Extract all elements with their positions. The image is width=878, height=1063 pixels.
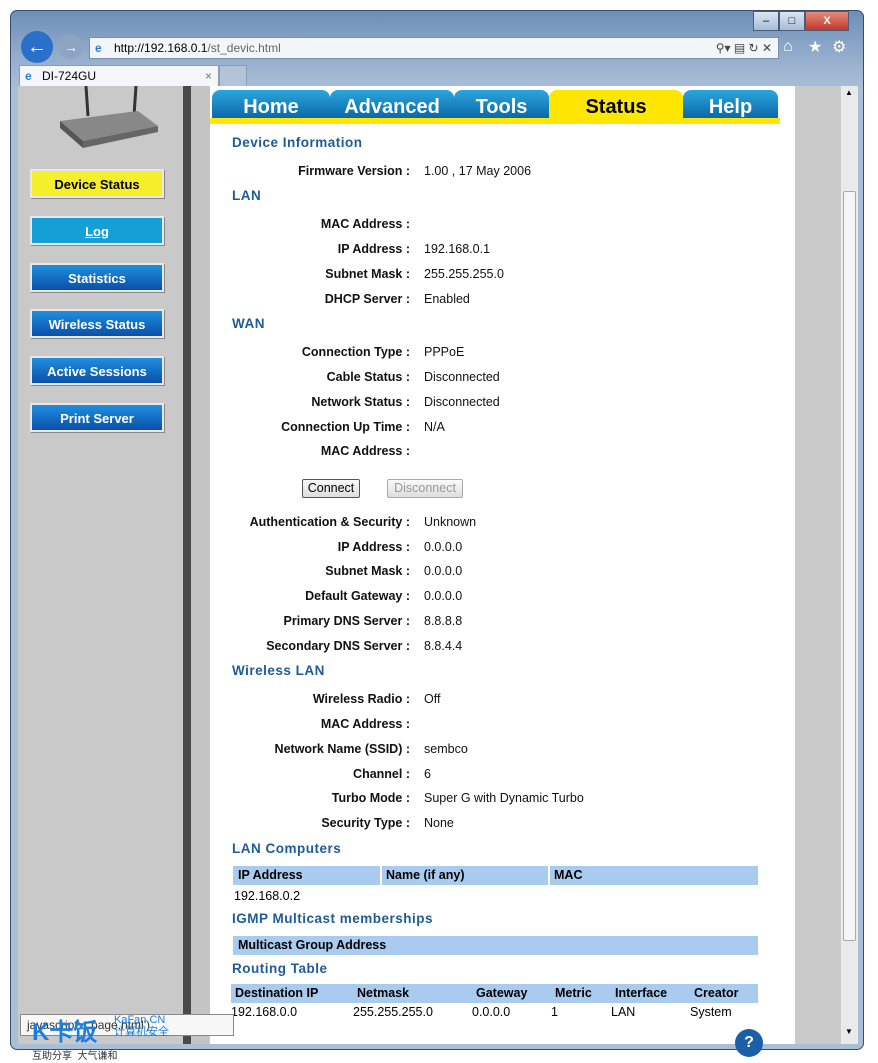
url-path: /st_devic.html — [207, 41, 281, 55]
sidebar-item-active-sessions[interactable]: Active Sessions — [30, 356, 164, 385]
maximize-button[interactable]: □ — [779, 11, 805, 31]
tab-title: DI-724GU — [42, 69, 97, 83]
sidebar-item-statistics[interactable]: Statistics — [30, 263, 164, 292]
content-area — [210, 86, 795, 1044]
sidebar-item-log[interactable]: Log — [30, 216, 164, 245]
address-bar[interactable]: e http://192.168.0.1/st_devic.html ⚲▾ ▤ … — [89, 37, 779, 59]
scroll-up-arrow-icon[interactable]: ▲ — [845, 88, 853, 97]
sidebar-item-device-status[interactable]: Device Status — [30, 169, 164, 198]
watermark-slogan: 互助分享 大气谦和 — [32, 1051, 118, 1062]
sidebar-item-wireless-status[interactable]: Wireless Status — [30, 309, 164, 338]
top-nav-tabs: Home Advanced Tools Status Help — [210, 86, 780, 126]
watermark-site: KaFan.CN — [114, 1014, 166, 1026]
url-host: http://192.168.0.1 — [114, 41, 208, 55]
scroll-thumb[interactable] — [843, 191, 856, 941]
content-gutter — [191, 86, 210, 1044]
ie-icon: e — [25, 69, 32, 83]
watermark-brand: K卡饭 — [32, 1019, 98, 1046]
forward-button[interactable]: → — [59, 35, 83, 59]
right-gutter — [795, 86, 840, 1044]
home-icon[interactable]: ⌂ — [783, 38, 793, 56]
search-refresh-stop-icons[interactable]: ⚲▾ ▤ ↻ ✕ — [716, 38, 772, 58]
browser-tab[interactable]: e DI-724GU × — [19, 65, 219, 87]
tab-close-icon[interactable]: × — [205, 66, 212, 86]
minimize-button[interactable]: – — [753, 11, 779, 31]
favorites-star-icon[interactable]: ★ — [808, 37, 822, 57]
new-tab-button[interactable] — [219, 65, 247, 87]
gear-icon[interactable]: ⚙ — [832, 37, 846, 57]
scrollbar[interactable]: ▲ ▼ — [840, 86, 858, 1044]
sidebar-item-print-server[interactable]: Print Server — [30, 403, 164, 432]
router-image — [60, 86, 158, 148]
tab-underline — [210, 118, 780, 124]
ie-icon: e — [95, 41, 102, 55]
frame-divider[interactable] — [183, 86, 191, 1044]
page-viewport: ▲ ▼ Device Status Log Statistics Wireless… — [18, 86, 858, 1044]
close-button[interactable]: X — [805, 11, 849, 31]
back-button[interactable]: ← — [21, 31, 53, 63]
scroll-down-arrow-icon[interactable]: ▼ — [845, 1027, 853, 1036]
watermark-sub: 计算机安全 — [114, 1026, 169, 1038]
kafan-watermark-logo: K卡饭 KaFan.CN 计算机安全 互助分享 大气谦和 — [32, 1012, 169, 1062]
